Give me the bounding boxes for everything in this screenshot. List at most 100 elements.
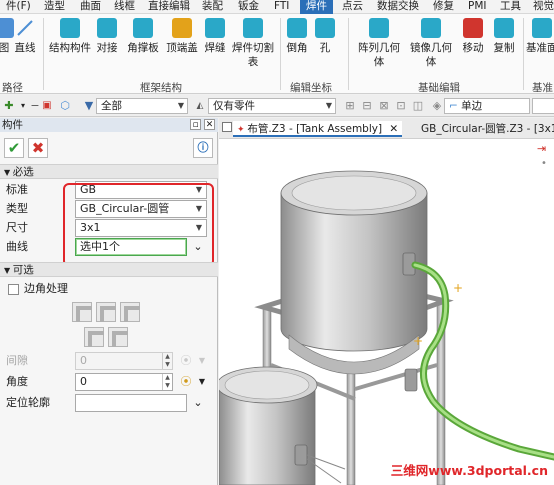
filter-icon[interactable]: ▣ <box>40 99 54 113</box>
menu-direct-edit[interactable]: 直接编辑 <box>142 0 196 14</box>
extra-select[interactable] <box>532 98 554 114</box>
tab-tank-assembly[interactable]: ✦ 布管.Z3 - [Tank Assembly] ✕ <box>233 121 403 137</box>
hexagon-icon[interactable]: ⬡ <box>58 99 72 113</box>
ribbon-butt-joint-button[interactable]: 对接 <box>94 18 120 55</box>
group-divider <box>348 18 349 90</box>
corner-style-1-button[interactable] <box>72 302 92 322</box>
ribbon: 图 直线 路径 结构构件 对接 角撑板 顶端盖 焊缝 焊件切割表 框架结构 倒角 <box>0 14 554 94</box>
graphics-viewport[interactable]: ✦ 布管.Z3 - [Tank Assembly] ✕ GB_Circular-… <box>219 118 554 485</box>
menu-wireframe[interactable]: 线框 <box>108 0 141 14</box>
select-filter-icon[interactable]: ⊞ <box>343 99 357 113</box>
profile-label: 定位轮廓 <box>6 396 50 409</box>
ribbon-end-cap-button[interactable]: 顶端盖 <box>164 18 200 55</box>
document-tabs: ✦ 布管.Z3 - [Tank Assembly] ✕ GB_Circular-… <box>219 118 554 139</box>
pipe-path[interactable] <box>411 261 554 461</box>
ribbon-mirror-button[interactable]: 镜像几何体 <box>408 18 454 69</box>
gap-input[interactable]: 0 ▲ ▼ <box>75 352 173 370</box>
group-divider <box>523 18 524 90</box>
menu-file[interactable]: 件(F) <box>0 0 37 14</box>
menu-point-cloud[interactable]: 点云 <box>336 0 369 14</box>
ribbon-move-button[interactable]: 移动 <box>460 18 486 55</box>
measure-icon[interactable]: ⦿ <box>178 353 194 369</box>
close-icon[interactable]: ✕ <box>389 123 398 135</box>
ribbon-pattern-button[interactable]: 阵列几何体 <box>356 18 402 69</box>
menu-tools[interactable]: 工具 <box>494 0 527 14</box>
ribbon-structural-member-button[interactable]: 结构构件 <box>48 18 92 55</box>
corner-checkbox[interactable] <box>8 284 19 295</box>
ribbon-cut-list-button[interactable]: 焊件切割表 <box>230 18 276 69</box>
gusset-icon <box>133 18 153 38</box>
select-filter-icon[interactable]: ⊡ <box>394 99 408 113</box>
filter-all-select[interactable]: 全部 ▼ <box>96 98 188 114</box>
butt-joint-icon <box>97 18 117 38</box>
mirror-icon <box>421 18 441 38</box>
size-label: 尺寸 <box>6 221 28 234</box>
funnel-icon[interactable]: ◭ <box>193 99 207 113</box>
corner-style-3-button[interactable] <box>120 302 140 322</box>
ribbon-hole-button[interactable]: 孔 <box>314 18 336 55</box>
collapse-icon: ▼ <box>4 168 13 177</box>
menu-pmi[interactable]: PMI <box>462 0 493 14</box>
section-optional-header[interactable]: ▼ 可选 <box>0 262 218 277</box>
line-icon <box>15 18 35 38</box>
close-icon[interactable]: ✕ <box>204 119 215 130</box>
ribbon-line-button[interactable]: 直线 <box>12 18 38 55</box>
chamfer-icon <box>287 18 307 38</box>
ribbon-gusset-button[interactable]: 角撑板 <box>124 18 162 55</box>
select-filter-icon[interactable]: ⊟ <box>360 99 374 113</box>
ribbon-chamfer-button[interactable]: 倒角 <box>284 18 310 55</box>
expand-options-icon[interactable]: ⌄ <box>190 395 206 411</box>
chevron-down-icon[interactable]: ▼ <box>194 374 210 390</box>
section-required-header[interactable]: ▼ 必选 <box>0 164 218 179</box>
filter-toolbar: ✚ ▾ − ▣ ⬡ ▼ 全部 ▼ ◭ 仅有零件 ▼ ⊞ ⊟ ⊠ ⊡ ◫ ◈ ⌐ 单边 <box>0 95 554 117</box>
standard-label: 标准 <box>6 183 28 196</box>
main-tank-lid <box>291 175 417 211</box>
menu-weldment[interactable]: 焊件 <box>300 0 333 14</box>
menu-bar: 件(F) 造型 曲面 线框 直接编辑 装配 钣金 FTI 焊件 点云 数据交换 … <box>0 0 554 14</box>
group-label-edit-coords: 编辑坐标 <box>290 82 332 94</box>
angle-input[interactable]: 0 ▲ ▼ <box>75 373 173 391</box>
cancel-button[interactable]: ✖ <box>28 138 48 158</box>
chevron-down-icon[interactable]: ▼ <box>194 353 210 369</box>
menu-assembly[interactable]: 装配 <box>196 0 229 14</box>
nozzle <box>294 444 308 466</box>
corner-style-4-button[interactable] <box>84 327 104 347</box>
add-icon[interactable]: ✚ <box>2 99 16 113</box>
tab-circular-pipe[interactable]: GB_Circular-圆管.Z3 - [3x1] <box>417 121 554 137</box>
group-label-frame: 框架结构 <box>140 82 182 94</box>
ribbon-copy-button[interactable]: 复制 <box>491 18 517 55</box>
edge-icon: ⌐ <box>449 100 462 112</box>
menu-sheet-metal[interactable]: 钣金 <box>232 0 265 14</box>
select-filter-icon[interactable]: ◈ <box>430 99 444 113</box>
menu-visual[interactable]: 视觉 <box>527 0 554 14</box>
select-filter-icon[interactable]: ◫ <box>411 99 425 113</box>
ribbon-weld-bead-button[interactable]: 焊缝 <box>203 18 227 55</box>
menu-data-exchange[interactable]: 数据交换 <box>371 0 425 14</box>
profile-field[interactable] <box>75 394 187 412</box>
tank-assembly-model[interactable]: + + <box>219 139 554 485</box>
ok-button[interactable]: ✔ <box>4 138 24 158</box>
group-label-basic-edit: 基础编辑 <box>418 82 460 94</box>
info-button[interactable]: ⓘ <box>193 138 213 158</box>
spinner-icon[interactable]: ▲ ▼ <box>162 353 172 369</box>
type-label: 类型 <box>6 202 28 215</box>
ribbon-datum-plane-button[interactable]: 基准面 <box>526 18 554 55</box>
pin-icon[interactable]: ▫ <box>190 119 201 130</box>
spinner-icon[interactable]: ▲ ▼ <box>162 374 172 390</box>
filter-funnel-icon[interactable]: ▼ <box>82 99 96 113</box>
menu-modeling[interactable]: 造型 <box>38 0 71 14</box>
weld-bead-icon <box>205 18 225 38</box>
angle-label: 角度 <box>6 375 28 388</box>
corner-style-2-button[interactable] <box>96 302 116 322</box>
filter-parts-select[interactable]: 仅有零件 ▼ <box>208 98 336 114</box>
select-filter-icon[interactable]: ⊠ <box>377 99 391 113</box>
highlight-box <box>63 183 214 267</box>
corner-style-5-button[interactable] <box>108 327 128 347</box>
menu-repair[interactable]: 修复 <box>427 0 460 14</box>
select-mode-select[interactable]: ⌐ 单边 <box>444 98 530 114</box>
chevron-down-icon: ▼ <box>325 101 332 110</box>
menu-surface[interactable]: 曲面 <box>74 0 107 14</box>
measure-icon[interactable]: ⦿ <box>178 374 194 390</box>
menu-fti[interactable]: FTI <box>268 0 295 14</box>
tab-menu-icon[interactable] <box>222 122 232 132</box>
